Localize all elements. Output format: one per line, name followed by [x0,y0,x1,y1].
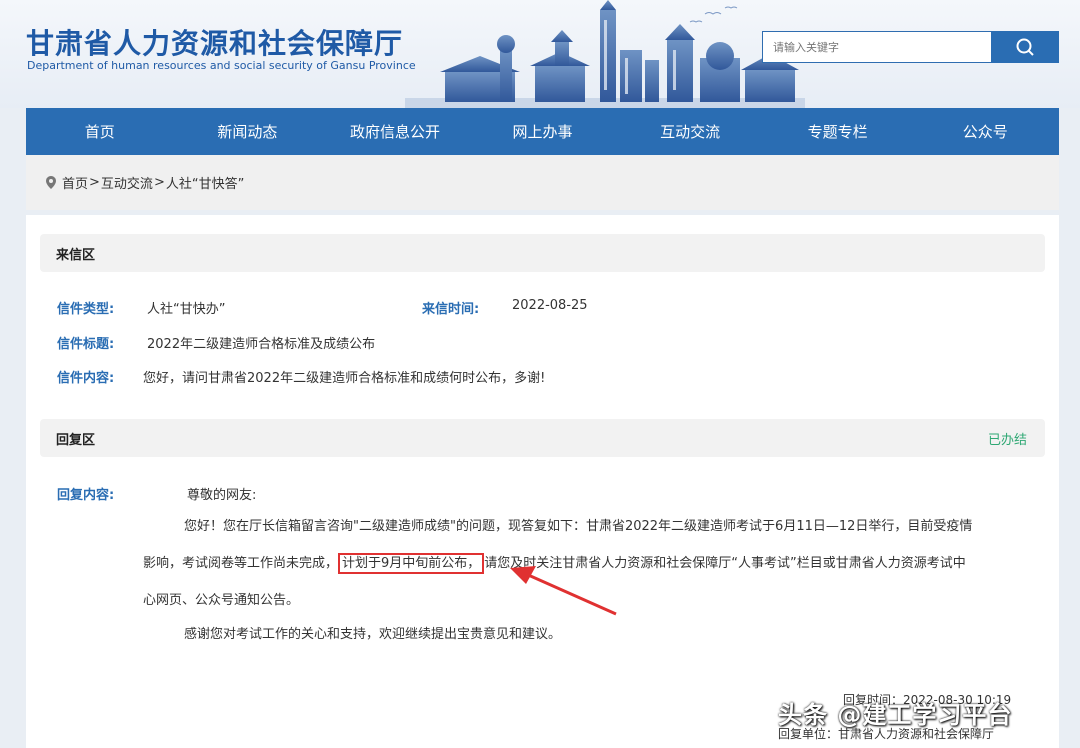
search-box [762,31,992,63]
nav-item-online-services[interactable]: 网上办事 [469,108,617,155]
reply-greeting: 尊敬的网友: [187,488,257,503]
main-panel: 来信区 信件类型: 人社“甘快办” 来信时间: 2022-08-25 信件标题:… [26,215,1059,748]
reply-para1-line3: 心网页、公众号通知公告。 [143,593,300,608]
reply-section-header: 回复区 已办结 [40,419,1045,457]
red-arrow-annotation [510,566,617,616]
nav-item-news[interactable]: 新闻动态 [174,108,322,155]
letter-content-label: 信件内容: [57,371,115,386]
location-pin-icon [46,176,56,189]
reply-para1-line2-a: 影响，考试阅卷等工作尚未完成， [143,556,339,571]
nav-item-home[interactable]: 首页 [26,108,174,155]
nav-item-gov-info[interactable]: 政府信息公开 [321,108,469,155]
main-nav: 首页 新闻动态 政府信息公开 网上办事 互动交流 专题专栏 公众号 [26,108,1059,155]
letter-subject-value: 2022年二级建造师合格标准及成绩公布 [147,337,376,352]
site-title[interactable]: 甘肃省人力资源和社会保障厅 [26,22,403,62]
breadcrumb-separator: > [153,175,165,190]
search-button[interactable] [991,31,1059,63]
breadcrumb: 首页 > 互动交流 > 人社“甘快答” [26,155,1059,210]
watermark-text: 头条 @建工学习平台 [778,701,1013,729]
letter-type-label: 信件类型: [57,302,115,317]
letter-type-value: 人社“甘快办” [147,302,226,317]
letter-content-value: 您好，请问甘肃省2022年二级建造师合格标准和成绩何时公布，多谢! [143,371,546,386]
highlighted-publish-date: 计划于9月中旬前公布， [338,553,485,574]
letter-subject-label: 信件标题: [57,337,115,352]
breadcrumb-current[interactable]: 人社“甘快答” [166,173,244,192]
breadcrumb-home-link[interactable]: 首页 [62,173,88,192]
site-header: 甘肃省人力资源和社会保障厅 Department of human resour… [0,0,1080,108]
breadcrumb-separator: > [89,175,100,190]
site-subtitle: Department of human resources and social… [27,59,416,72]
reply-paragraph-1: 您好！您在厅长信箱留言咨询"二级建造师成绩"的问题，现答复如下：甘肃省2022年… [143,508,1023,545]
search-icon [1016,38,1034,56]
city-skyline-banner-image [405,0,805,108]
letter-time-label: 来信时间: [422,302,480,317]
status-badge: 已办结 [987,432,1027,448]
letter-section-title: 来信区 [56,247,96,263]
nav-item-interaction[interactable]: 互动交流 [616,108,764,155]
nav-item-special-topics[interactable]: 专题专栏 [764,108,912,155]
letter-section-header: 来信区 [40,234,1045,272]
letter-time-value: 2022-08-25 [512,298,588,313]
search-input[interactable] [763,32,991,62]
reply-para1-line1: 您好！您在厅长信箱留言咨询"二级建造师成绩"的问题，现答复如下：甘肃省2022年… [184,519,973,534]
reply-content-label: 回复内容: [57,488,115,503]
breadcrumb-section-link[interactable]: 互动交流 [101,173,153,192]
nav-item-public-account[interactable]: 公众号 [911,108,1059,155]
reply-section-title: 回复区 [56,432,96,448]
